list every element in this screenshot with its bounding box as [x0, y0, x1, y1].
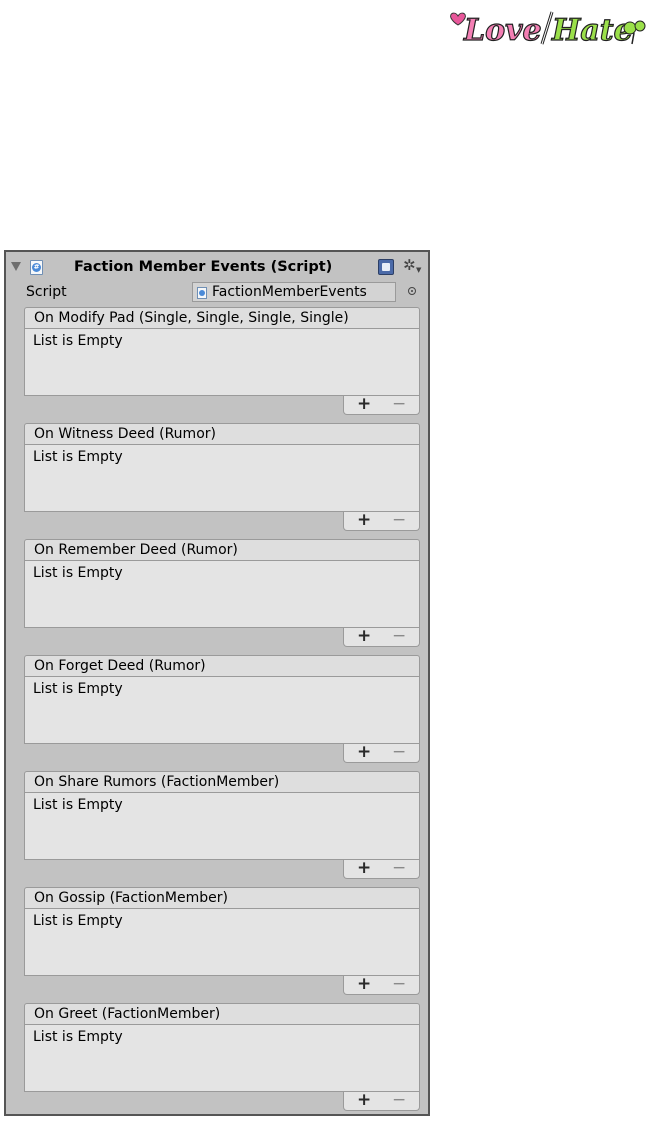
list-footer: + −: [343, 510, 420, 531]
remove-item-button[interactable]: −: [392, 858, 406, 878]
csharp-script-icon: #: [30, 260, 43, 275]
list-footer: + −: [343, 1090, 420, 1111]
list-footer: + −: [343, 974, 420, 995]
event-header: On Greet (FactionMember): [24, 1003, 420, 1025]
empty-list-text: List is Empty: [33, 1029, 123, 1045]
event-list-body: List is Empty: [24, 1025, 420, 1092]
remove-item-button[interactable]: −: [392, 626, 406, 646]
script-row: Script FactionMemberEvents: [6, 282, 428, 304]
add-item-button[interactable]: +: [357, 742, 371, 762]
list-footer: + −: [343, 858, 420, 879]
event-title: On Share Rumors (FactionMember): [34, 774, 280, 790]
remove-item-button[interactable]: −: [392, 974, 406, 994]
svg-text:Love: Love: [463, 13, 542, 48]
remove-item-button[interactable]: −: [392, 394, 406, 414]
list-footer: + −: [343, 394, 420, 415]
add-item-button[interactable]: +: [357, 974, 371, 994]
remove-item-button[interactable]: −: [392, 510, 406, 530]
triangle-down-icon[interactable]: [11, 262, 21, 271]
event-header: On Modify Pad (Single, Single, Single, S…: [24, 307, 420, 329]
event-title: On Gossip (FactionMember): [34, 890, 228, 906]
event-title: On Remember Deed (Rumor): [34, 542, 238, 558]
love-hate-logo: Love Hate: [448, 6, 658, 49]
add-item-button[interactable]: +: [357, 858, 371, 878]
event-list-body: List is Empty: [24, 793, 420, 860]
list-footer: + −: [343, 742, 420, 763]
event-header: On Witness Deed (Rumor): [24, 423, 420, 445]
empty-list-text: List is Empty: [33, 449, 123, 465]
event-list-body: List is Empty: [24, 329, 420, 396]
list-footer: + −: [343, 626, 420, 647]
help-book-icon[interactable]: [378, 259, 394, 275]
remove-item-button[interactable]: −: [392, 1090, 406, 1110]
event-header: On Forget Deed (Rumor): [24, 655, 420, 677]
inspector-panel: # Faction Member Events (Script) ✲ ▼ Scr…: [4, 250, 430, 1116]
event-title: On Witness Deed (Rumor): [34, 426, 216, 442]
caret-down-icon: ▼: [416, 266, 422, 274]
empty-list-text: List is Empty: [33, 797, 123, 813]
script-object-field[interactable]: FactionMemberEvents: [192, 282, 396, 302]
empty-list-text: List is Empty: [33, 565, 123, 581]
empty-list-text: List is Empty: [33, 333, 123, 349]
event-title: On Modify Pad (Single, Single, Single, S…: [34, 310, 349, 326]
component-title: Faction Member Events (Script): [74, 259, 333, 275]
event-list-body: List is Empty: [24, 561, 420, 628]
event-header: On Share Rumors (FactionMember): [24, 771, 420, 793]
empty-list-text: List is Empty: [33, 681, 123, 697]
event-list-body: List is Empty: [24, 445, 420, 512]
event-header: On Gossip (FactionMember): [24, 887, 420, 909]
csharp-script-icon: [197, 287, 207, 299]
svg-text:Hate: Hate: [551, 13, 633, 48]
add-item-button[interactable]: +: [357, 510, 371, 530]
add-item-button[interactable]: +: [357, 626, 371, 646]
script-label: Script: [26, 284, 67, 300]
script-value: FactionMemberEvents: [212, 284, 367, 300]
component-header[interactable]: # Faction Member Events (Script) ✲ ▼: [6, 252, 428, 284]
event-list-body: List is Empty: [24, 909, 420, 976]
event-title: On Forget Deed (Rumor): [34, 658, 206, 674]
remove-item-button[interactable]: −: [392, 742, 406, 762]
event-header: On Remember Deed (Rumor): [24, 539, 420, 561]
event-title: On Greet (FactionMember): [34, 1006, 221, 1022]
gear-icon[interactable]: ✲: [403, 257, 416, 273]
add-item-button[interactable]: +: [357, 394, 371, 414]
empty-list-text: List is Empty: [33, 913, 123, 929]
add-item-button[interactable]: +: [357, 1090, 371, 1110]
event-list-body: List is Empty: [24, 677, 420, 744]
object-picker-icon[interactable]: [408, 287, 416, 295]
